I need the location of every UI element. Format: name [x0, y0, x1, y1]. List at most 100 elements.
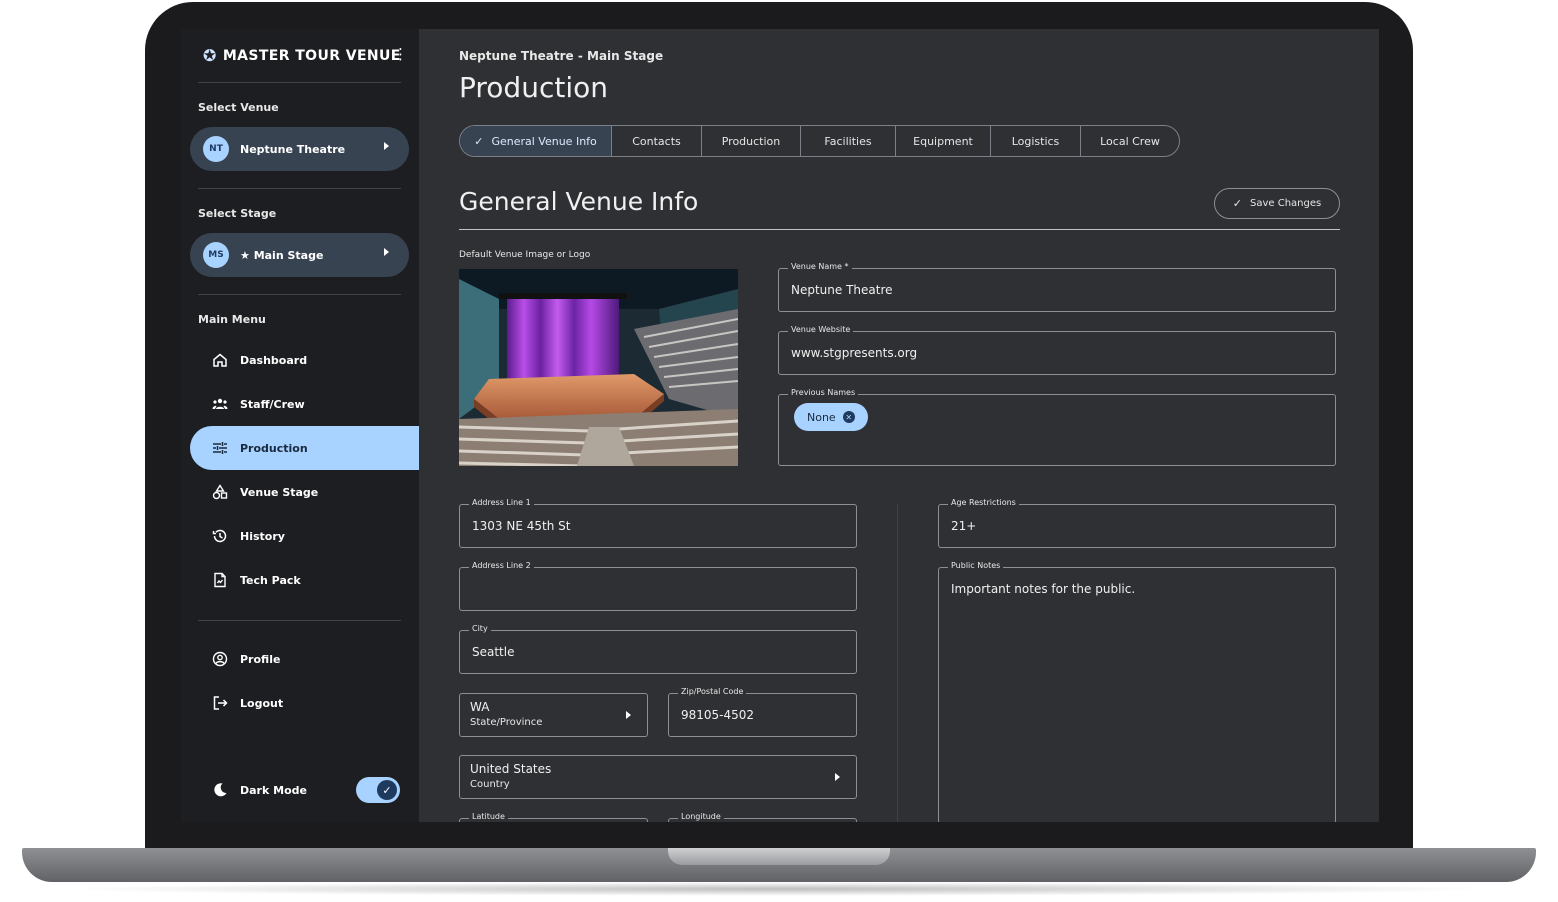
field-value: Important notes for the public.	[951, 582, 1136, 596]
field-value: 1303 NE 45th St	[472, 519, 571, 533]
brand-name: MASTER TOUR VENUE	[222, 47, 401, 64]
longitude-field[interactable]: Longitude	[668, 812, 857, 822]
menu-item-label: History	[240, 529, 285, 543]
menu-item-label: Profile	[240, 652, 281, 666]
document-icon	[210, 570, 230, 590]
field-value: www.stgpresents.org	[791, 346, 918, 360]
check-icon: ✓	[474, 134, 484, 148]
breadcrumb: Neptune Theatre - Main Stage	[459, 49, 664, 63]
dark-mode-toggle[interactable]: ✓	[356, 777, 400, 803]
tab-label: Local Crew	[1100, 134, 1160, 148]
menu-item-label: Logout	[240, 696, 284, 710]
save-changes-button[interactable]: ✓ Save Changes	[1214, 188, 1340, 219]
field-label: Venue Website	[788, 325, 854, 334]
field-value: Seattle	[472, 645, 515, 659]
menu-item-logout[interactable]: Logout	[190, 681, 419, 725]
field-label: Age Restrictions	[948, 498, 1019, 507]
select-stage-label: Select Stage	[198, 207, 277, 220]
previous-names-field[interactable]: Previous Names None ✕	[778, 388, 1336, 466]
public-notes-textarea[interactable]: Public Notes Important notes for the pub…	[938, 561, 1336, 822]
field-label: Longitude	[678, 812, 724, 821]
menu-item-label: Staff/Crew	[240, 397, 305, 411]
column-divider	[897, 504, 898, 822]
menu-item-label: Venue Stage	[240, 485, 319, 499]
page-title: Production	[459, 71, 608, 104]
moon-icon	[210, 780, 230, 800]
field-label: City	[469, 624, 491, 633]
venue-image[interactable]	[459, 269, 738, 466]
field-value: WA	[470, 700, 490, 714]
select-venue-label: Select Venue	[198, 101, 279, 114]
divider	[198, 82, 401, 83]
previous-name-chip[interactable]: None ✕	[794, 403, 868, 431]
stage-selector[interactable]: MS ★ Main Stage	[190, 233, 409, 277]
logout-icon	[210, 693, 230, 713]
menu-item-dashboard[interactable]: Dashboard	[190, 338, 419, 382]
main-menu-label: Main Menu	[198, 313, 266, 326]
menu-item-profile[interactable]: Profile	[190, 637, 419, 681]
section-divider	[459, 229, 1340, 230]
tab-label: Equipment	[913, 134, 973, 148]
divider	[198, 294, 401, 295]
tab-label: Contacts	[632, 134, 681, 148]
venue-website-field[interactable]: Venue Website www.stgpresents.org	[778, 325, 1336, 375]
venue-name-field[interactable]: Venue Name * Neptune Theatre	[778, 262, 1336, 312]
tab-label: General Venue Info	[491, 134, 597, 148]
tab-label: Logistics	[1011, 134, 1060, 148]
menu-item-history[interactable]: History	[190, 514, 419, 558]
menu-item-production[interactable]: Production	[190, 426, 419, 470]
brand-logo[interactable]: ✪ MASTER TOUR VENUE	[203, 46, 401, 65]
section-title: General Venue Info	[459, 187, 699, 216]
address-line1-field[interactable]: Address Line 1 1303 NE 45th St	[459, 498, 857, 548]
check-icon: ✓	[377, 780, 397, 800]
field-label: Previous Names	[788, 388, 859, 397]
field-label: Zip/Postal Code	[678, 687, 747, 696]
menu-item-label: Dashboard	[240, 353, 308, 367]
city-field[interactable]: City Seattle	[459, 624, 857, 674]
star-logo-icon: ✪	[203, 46, 217, 65]
chip-label: None	[807, 410, 836, 424]
stage-avatar: MS	[203, 242, 229, 268]
state-select[interactable]: WA State/Province	[459, 693, 648, 737]
menu-item-staff-crew[interactable]: Staff/Crew	[190, 382, 419, 426]
tab-contacts[interactable]: Contacts	[611, 126, 701, 156]
stage-name: ★ Main Stage	[240, 248, 324, 262]
history-icon	[210, 526, 230, 546]
tab-local-crew[interactable]: Local Crew	[1080, 126, 1179, 156]
country-select[interactable]: United States Country	[459, 755, 857, 799]
address-line2-field[interactable]: Address Line 2	[459, 561, 857, 611]
chevron-right-icon	[626, 711, 631, 719]
laptop-shadow	[60, 882, 1498, 896]
select-sublabel: Country	[470, 779, 510, 790]
menu-item-tech-pack[interactable]: Tech Pack	[190, 558, 419, 602]
tab-logistics[interactable]: Logistics	[990, 126, 1080, 156]
field-label: Address Line 1	[469, 498, 534, 507]
venue-selector[interactable]: NT Neptune Theatre	[190, 127, 409, 171]
field-value: 98105-4502	[681, 708, 755, 722]
more-vert-icon[interactable]: ⋮	[393, 47, 408, 62]
age-restrictions-field[interactable]: Age Restrictions 21+	[938, 498, 1336, 548]
tab-label: Production	[721, 134, 781, 148]
chevron-right-icon	[384, 142, 389, 150]
check-icon: ✓	[1232, 197, 1242, 210]
divider	[198, 620, 401, 621]
latitude-field[interactable]: Latitude	[459, 812, 648, 822]
field-label: Address Line 2	[469, 561, 534, 570]
select-sublabel: State/Province	[470, 717, 543, 728]
app-screen: ✪ MASTER TOUR VENUE ⋮ Select Venue NT Ne…	[181, 29, 1379, 822]
tab-equipment[interactable]: Equipment	[895, 126, 990, 156]
menu-item-venue-stage[interactable]: Venue Stage	[190, 470, 419, 514]
venue-name: Neptune Theatre	[240, 142, 346, 156]
tab-label: Facilities	[824, 134, 872, 148]
sliders-icon	[210, 438, 230, 458]
image-label: Default Venue Image or Logo	[459, 250, 591, 260]
tab-general-venue-info[interactable]: ✓ General Venue Info	[460, 126, 611, 156]
dark-mode-row: Dark Mode	[190, 768, 350, 812]
tab-facilities[interactable]: Facilities	[800, 126, 895, 156]
field-value: United States	[470, 762, 552, 776]
tab-production[interactable]: Production	[701, 126, 800, 156]
zip-field[interactable]: Zip/Postal Code 98105-4502	[668, 687, 857, 737]
close-icon[interactable]: ✕	[842, 411, 855, 423]
divider	[198, 188, 401, 189]
field-label: Venue Name *	[788, 262, 852, 271]
